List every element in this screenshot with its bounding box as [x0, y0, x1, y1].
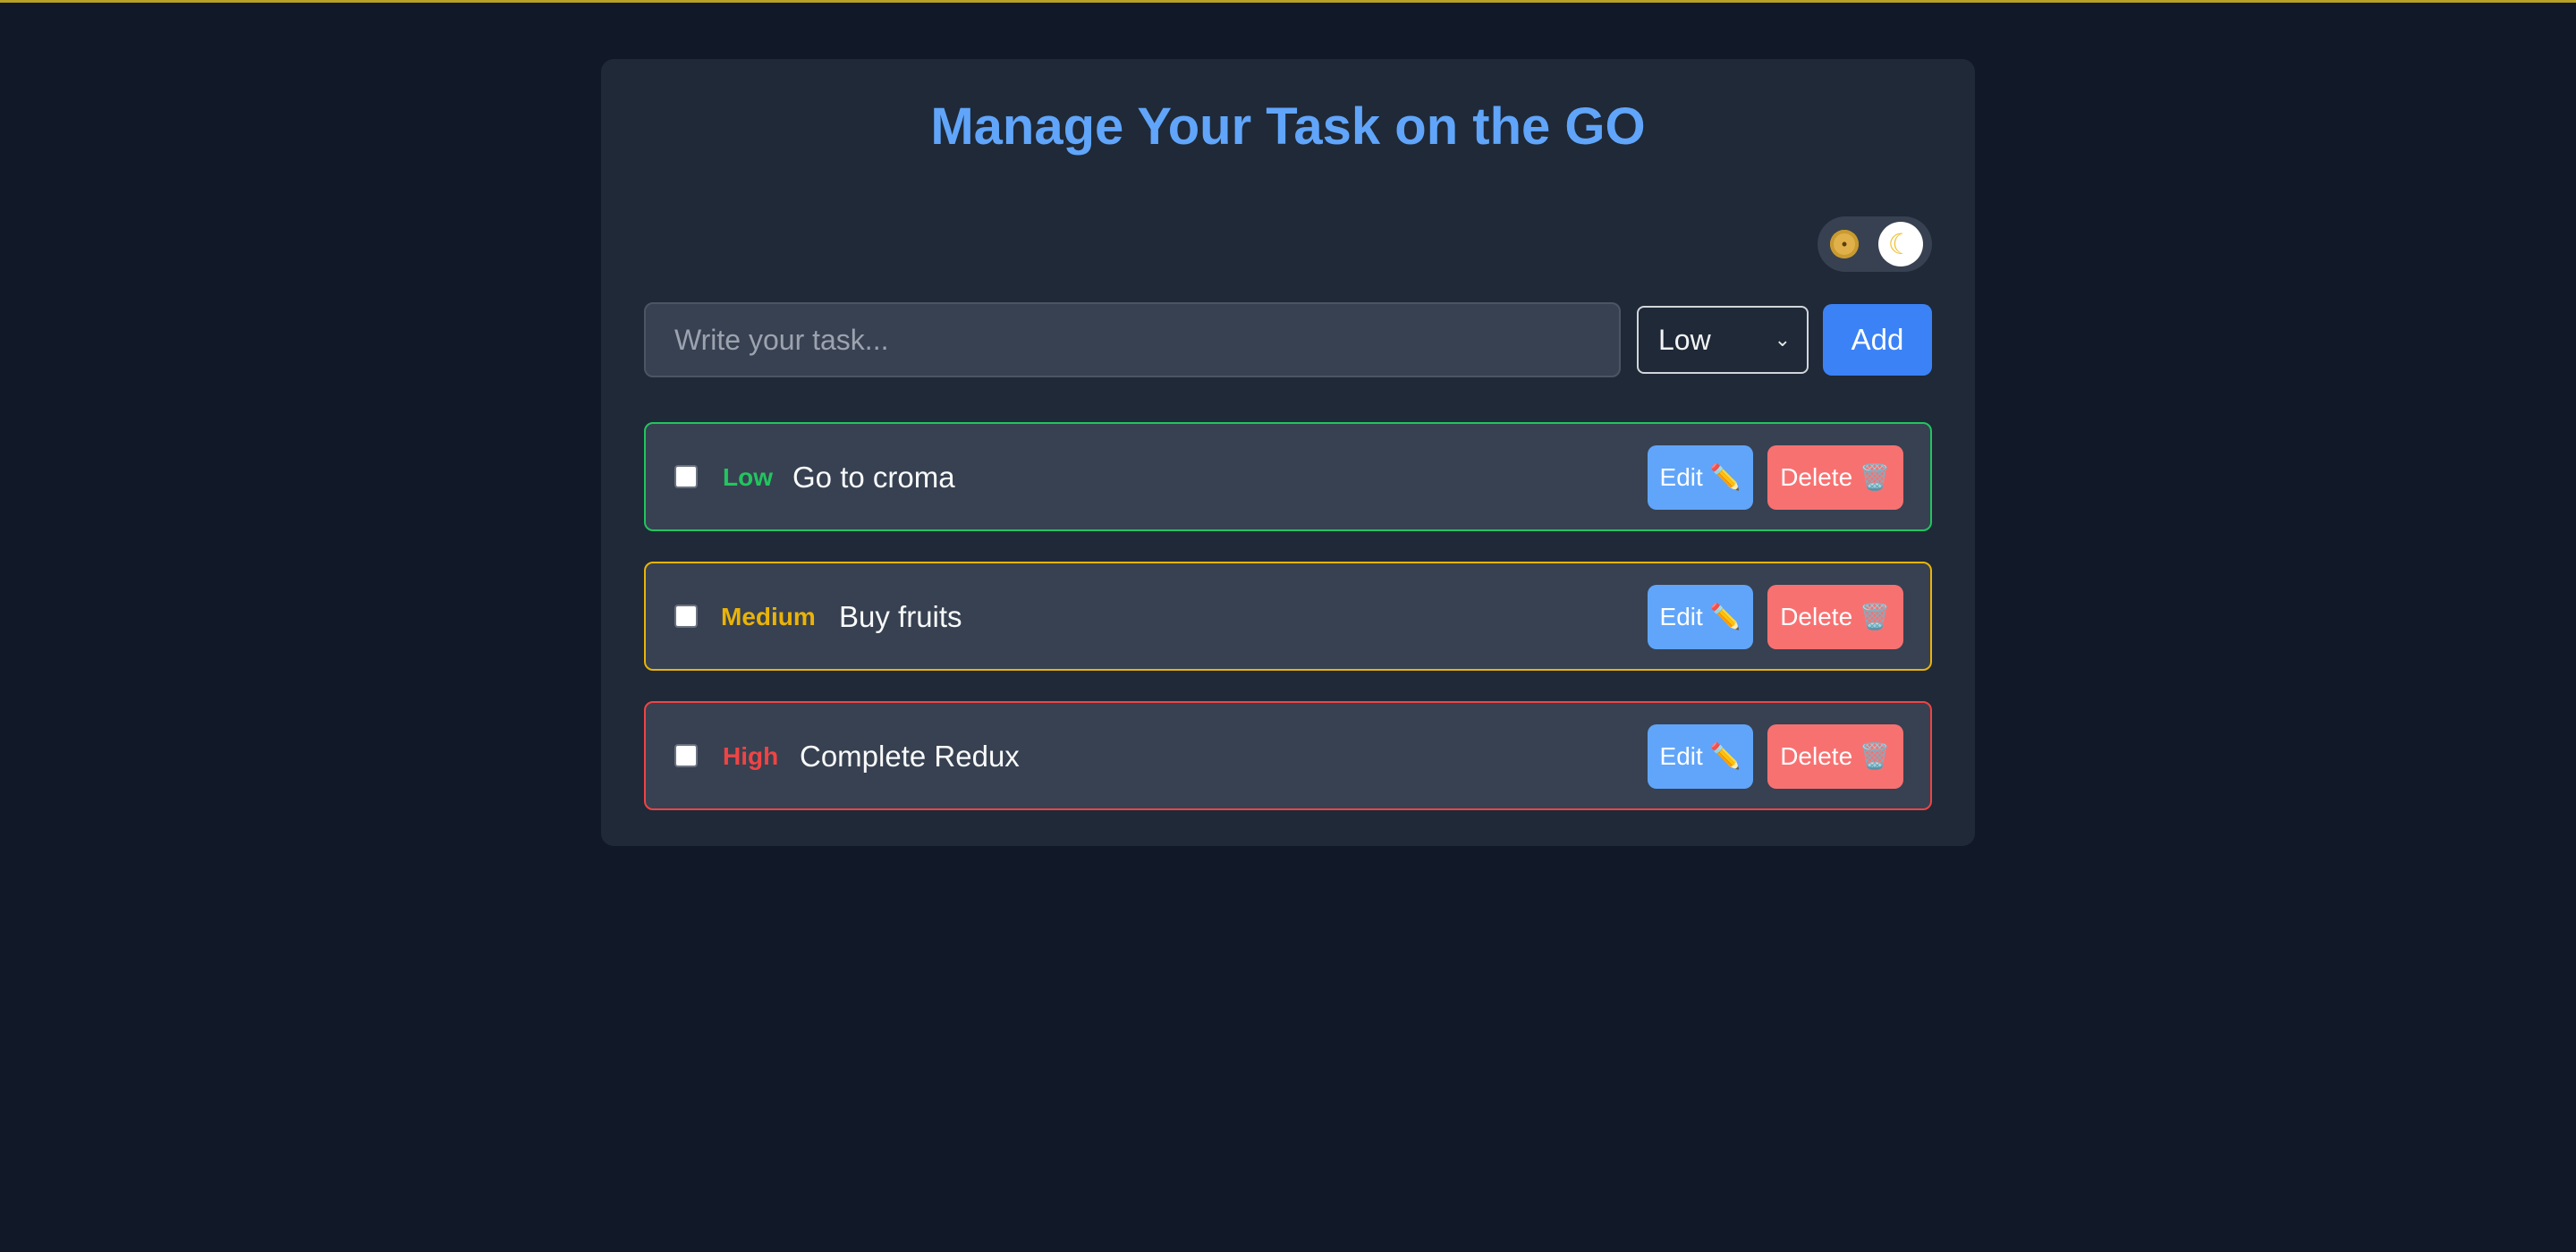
priority-label: Medium: [721, 603, 816, 630]
priority-label: Low: [723, 463, 773, 491]
delete-button[interactable]: Delete 🗑️: [1767, 445, 1903, 510]
task-input[interactable]: [644, 302, 1621, 377]
priority-select[interactable]: Low ⌄: [1637, 306, 1809, 374]
task-item: High Complete Redux Edit ✏️ Delete 🗑️: [644, 701, 1932, 810]
priority-label: High: [723, 742, 779, 770]
task-complete-checkbox[interactable]: [674, 465, 698, 488]
edit-button[interactable]: Edit ✏️: [1648, 585, 1753, 649]
chevron-down-icon: ⌄: [1774, 328, 1791, 351]
task-complete-checkbox[interactable]: [674, 605, 698, 628]
task-complete-checkbox[interactable]: [674, 744, 698, 767]
edit-button[interactable]: Edit ✏️: [1648, 724, 1753, 789]
priority-select-value: Low: [1658, 324, 1711, 356]
theme-toggle[interactable]: • ☾: [1818, 216, 1932, 272]
moon-icon: ☾: [1878, 222, 1923, 266]
top-accent-line: [0, 0, 2576, 3]
task-item: Medium Buy fruits Edit ✏️ Delete 🗑️: [644, 562, 1932, 671]
task-text: Go to croma: [792, 461, 955, 494]
edit-button[interactable]: Edit ✏️: [1648, 445, 1753, 510]
delete-button[interactable]: Delete 🗑️: [1767, 724, 1903, 789]
task-item: Low Go to croma Edit ✏️ Delete 🗑️: [644, 422, 1932, 531]
sun-icon: •: [1830, 230, 1859, 258]
task-text: Complete Redux: [800, 740, 1020, 773]
delete-button[interactable]: Delete 🗑️: [1767, 585, 1903, 649]
add-task-button[interactable]: Add: [1823, 304, 1932, 376]
page-title: Manage Your Task on the GO: [930, 97, 1646, 156]
task-text: Buy fruits: [839, 600, 962, 633]
